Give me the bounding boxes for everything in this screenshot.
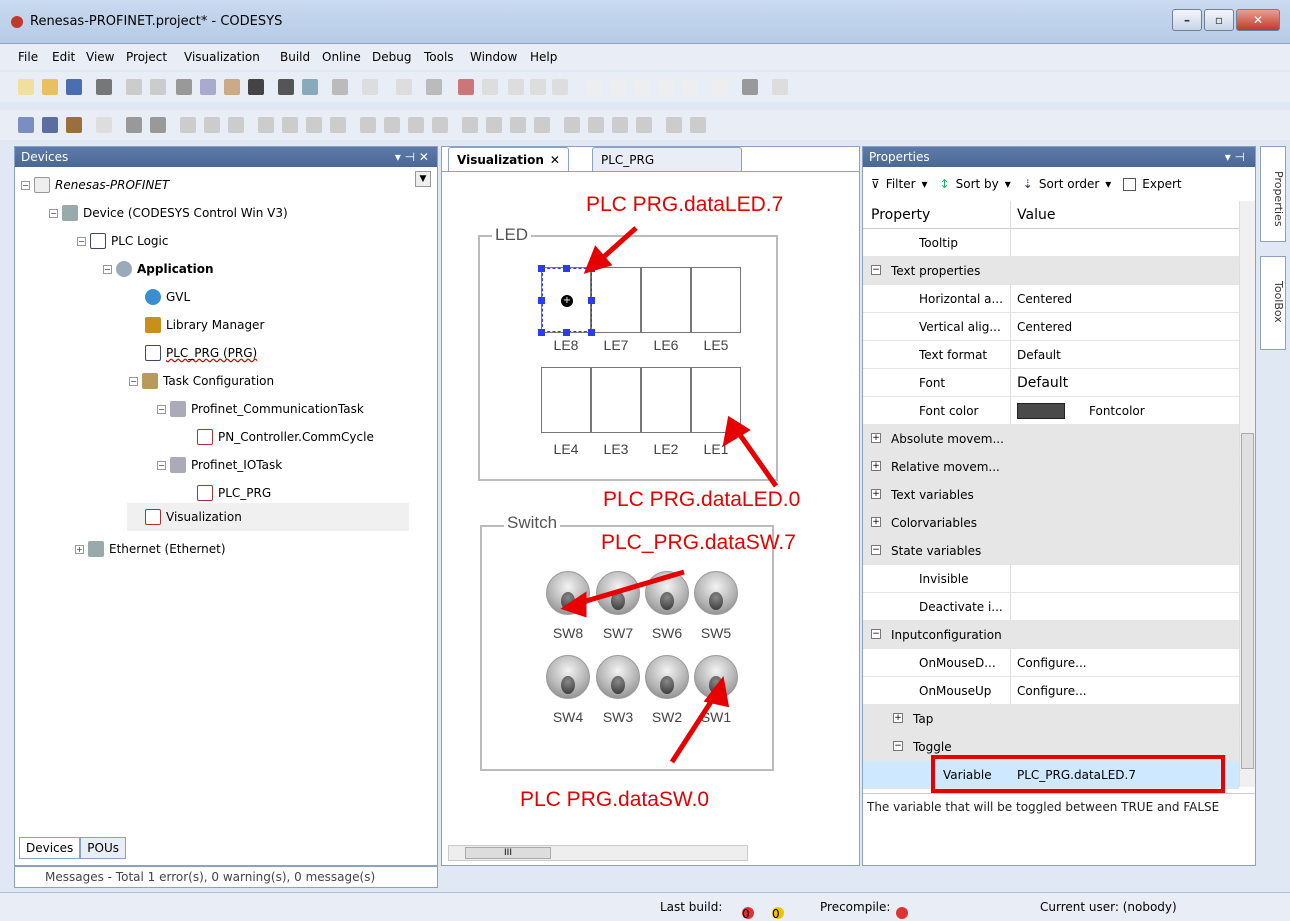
prop-row-text-format[interactable]: Text format Default xyxy=(863,341,1239,369)
expert-label: Expert xyxy=(1142,177,1182,191)
annotation-led7: PLC PRG.dataLED.7 xyxy=(586,193,784,216)
expand-icon[interactable]: + xyxy=(871,433,881,443)
side-tab-properties[interactable]: Properties xyxy=(1260,146,1286,242)
prop-value[interactable]: Centered xyxy=(1017,292,1072,306)
error-count-value: 0 xyxy=(742,907,750,921)
status-bar: Last build: 0 0 Precompile: Current user… xyxy=(0,892,1290,921)
prop-value[interactable]: Configure... xyxy=(1017,656,1087,670)
sort-by-icon: ↕ xyxy=(939,177,950,191)
annotation-sw7: PLC_PRG.dataSW.7 xyxy=(601,531,796,554)
font-color-swatch[interactable] xyxy=(1017,403,1065,419)
prop-row-onmousedown[interactable]: OnMouseD... Configure... xyxy=(863,649,1239,677)
properties-panel: Properties ▾ ⊣ ⊽ Filter ▾ ↕ Sort by ▾ ⇣ So… xyxy=(862,146,1256,866)
expand-icon[interactable]: + xyxy=(871,461,881,471)
arrow-sw7 xyxy=(575,569,685,607)
properties-panel-title: Properties xyxy=(869,150,930,164)
prop-name: Text properties xyxy=(891,264,981,278)
prop-value[interactable]: Fontcolor xyxy=(1089,404,1145,418)
precompile-label: Precompile: xyxy=(820,900,891,914)
expand-icon[interactable]: + xyxy=(871,517,881,527)
arrowhead-sw7 xyxy=(560,591,587,618)
column-property[interactable]: Property xyxy=(871,207,930,223)
expand-icon[interactable]: + xyxy=(893,713,903,723)
prop-value[interactable]: Default xyxy=(1017,375,1068,391)
arrow-led0 xyxy=(735,430,779,488)
chevron-down-icon[interactable]: ▾ xyxy=(922,177,928,191)
pin-icon[interactable]: ▾ ⊣ xyxy=(1225,150,1245,164)
prop-name: Text variables xyxy=(891,488,974,502)
prop-value[interactable]: Centered xyxy=(1017,320,1072,334)
property-description: The variable that will be toggled betwee… xyxy=(863,793,1255,865)
prop-value[interactable]: Default xyxy=(1017,348,1061,362)
prop-group-inputconfiguration[interactable]: − Inputconfiguration xyxy=(863,621,1239,649)
filter-button[interactable]: Filter xyxy=(886,177,916,191)
expand-icon[interactable]: + xyxy=(871,489,881,499)
prop-row-font-color[interactable]: Font color Fontcolor xyxy=(863,397,1239,425)
prop-group-relative-movement[interactable]: + Relative movem... xyxy=(863,453,1239,481)
column-value[interactable]: Value xyxy=(1017,207,1055,223)
arrowhead-sw0 xyxy=(703,676,730,708)
prop-name: OnMouseD... xyxy=(919,656,996,670)
prop-name: State variables xyxy=(891,544,982,558)
arrow-sw0 xyxy=(669,692,719,764)
prop-name: Relative movem... xyxy=(891,460,1000,474)
prop-name: Colorvariables xyxy=(891,516,977,530)
prop-group-absolute-movement[interactable]: + Absolute movem... xyxy=(863,425,1239,453)
last-build-label: Last build: xyxy=(660,900,723,914)
prop-name: Tap xyxy=(913,712,934,726)
prop-name: OnMouseUp xyxy=(919,684,992,698)
prop-group-text-variables[interactable]: + Text variables xyxy=(863,481,1239,509)
sort-order-icon: ⇣ xyxy=(1022,177,1033,191)
chevron-down-icon[interactable]: ▾ xyxy=(1005,177,1011,191)
warning-count-value: 0 xyxy=(772,907,780,921)
prop-name: Font color xyxy=(919,404,979,418)
prop-group-color-variables[interactable]: + Colorvariables xyxy=(863,509,1239,537)
chevron-down-icon[interactable]: ▾ xyxy=(1105,177,1111,191)
properties-panel-header: Properties ▾ ⊣ xyxy=(863,147,1255,167)
prop-row-deactivate-inputs[interactable]: Deactivate i... xyxy=(863,593,1239,621)
prop-name: Deactivate i... xyxy=(919,600,1003,614)
prop-group-tap[interactable]: + Tap xyxy=(863,705,1239,733)
prop-name: Font xyxy=(919,376,946,390)
prop-row-horizontal-align[interactable]: Horizontal a... Centered xyxy=(863,285,1239,313)
prop-row-invisible[interactable]: Invisible xyxy=(863,565,1239,593)
prop-row-vertical-align[interactable]: Vertical alig... Centered xyxy=(863,313,1239,341)
prop-name: Vertical alig... xyxy=(919,320,1001,334)
filter-icon: ⊽ xyxy=(871,177,880,191)
sort-by-button[interactable]: Sort by xyxy=(956,177,999,191)
variable-highlight-box xyxy=(931,755,1225,793)
property-grid-header: Property Value xyxy=(863,201,1239,229)
prop-name: Text format xyxy=(919,348,988,362)
annotation-sw0: PLC PRG.dataSW.0 xyxy=(520,788,710,811)
scrollbar-thumb[interactable] xyxy=(1241,433,1254,769)
expert-checkbox[interactable] xyxy=(1123,177,1137,191)
collapse-icon[interactable]: − xyxy=(893,741,903,751)
side-tab-strip: Properties ToolBox xyxy=(1258,146,1290,866)
collapse-icon[interactable]: − xyxy=(871,629,881,639)
prop-name: Horizontal a... xyxy=(919,292,1003,306)
collapse-icon[interactable]: − xyxy=(871,545,881,555)
current-user: Current user: (nobody) xyxy=(1040,900,1177,914)
side-tab-toolbox[interactable]: ToolBox xyxy=(1260,256,1286,350)
prop-value[interactable]: Configure... xyxy=(1017,684,1087,698)
prop-group-text-properties[interactable]: − Text properties xyxy=(863,257,1239,285)
prop-name: Absolute movem... xyxy=(891,432,1004,446)
prop-name: Invisible xyxy=(919,572,969,586)
prop-group-state-variables[interactable]: − State variables xyxy=(863,537,1239,565)
property-grid-scrollbar[interactable] xyxy=(1239,201,1255,787)
sort-order-button[interactable]: Sort order xyxy=(1039,177,1099,191)
prop-name: Toggle xyxy=(913,740,952,754)
prop-name: Tooltip xyxy=(919,236,958,250)
properties-toolbar: ⊽ Filter ▾ ↕ Sort by ▾ ⇣ Sort order ▾ Exper… xyxy=(871,177,1182,191)
prop-row-onmouseup[interactable]: OnMouseUp Configure... xyxy=(863,677,1239,705)
prop-name: Inputconfiguration xyxy=(891,628,1002,642)
collapse-icon[interactable]: − xyxy=(871,265,881,275)
prop-row-font[interactable]: Font Default xyxy=(863,369,1239,397)
annotation-led0: PLC PRG.dataLED.0 xyxy=(603,488,801,511)
prop-row-tooltip[interactable]: Tooltip xyxy=(863,229,1239,257)
